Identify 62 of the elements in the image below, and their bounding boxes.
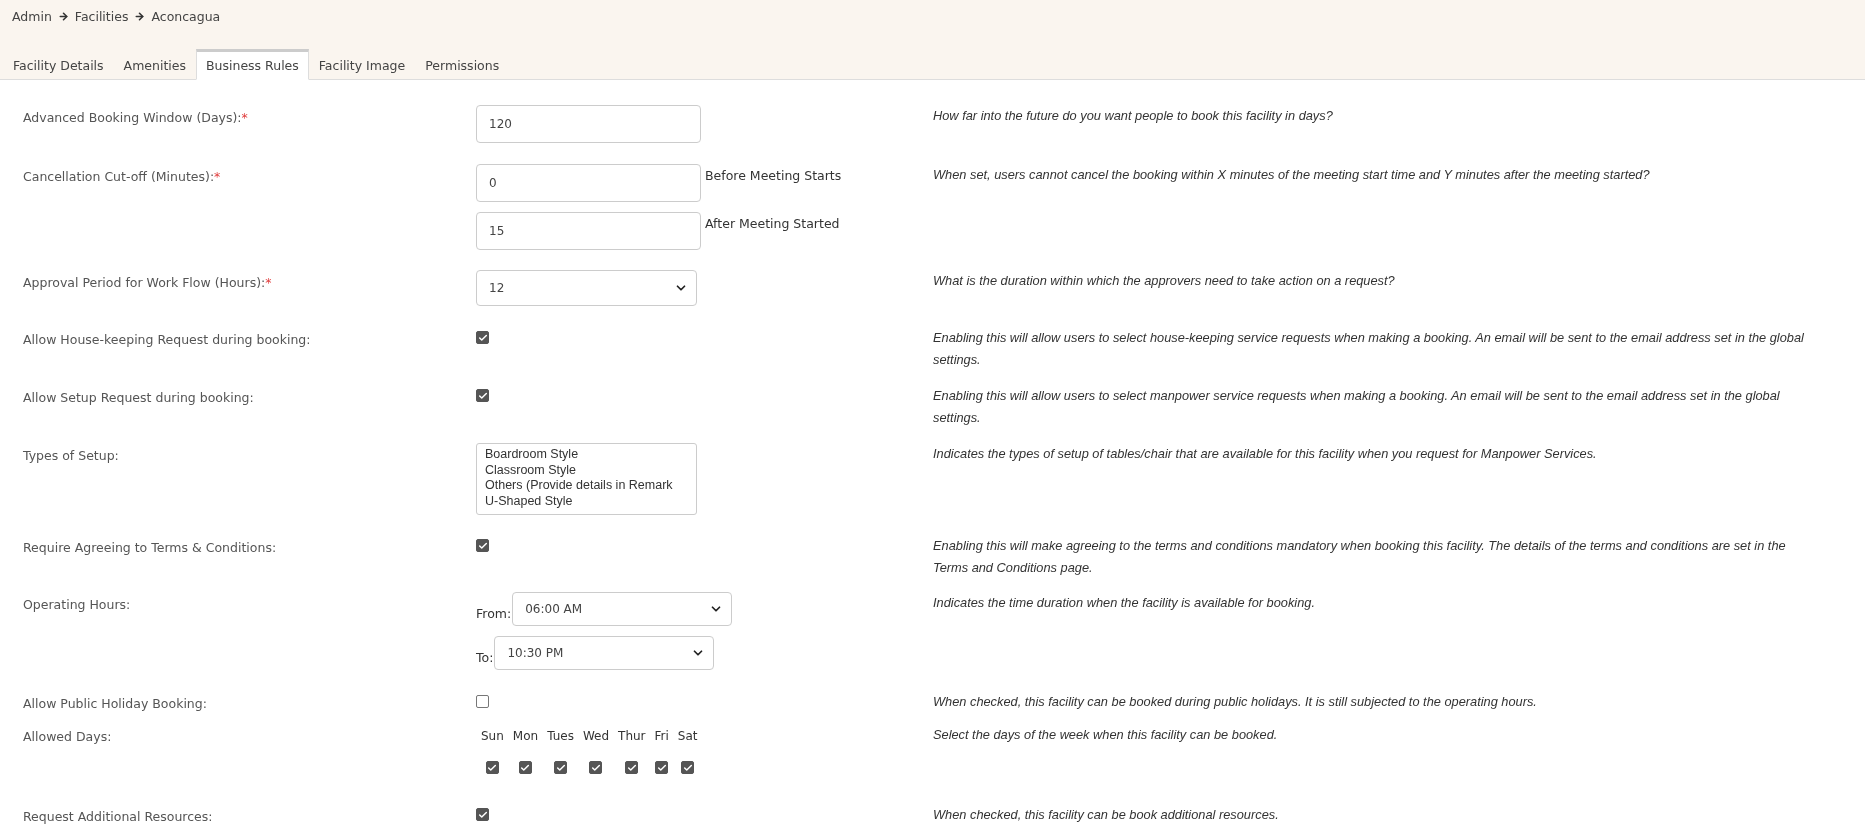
field-label: Allow Setup Request during booking: bbox=[23, 389, 255, 407]
help-text: Select the days of the week when this facility can be booked. bbox=[933, 726, 1279, 744]
field-label: Allowed Days: bbox=[23, 728, 113, 746]
dropdown[interactable]: 12 bbox=[476, 270, 697, 306]
field-label: Request Additional Resources: bbox=[23, 808, 214, 826]
help-text: When set, users cannot cancel the booking within X minutes of the meeting start time and Y minutes after the meeting started? bbox=[933, 166, 1651, 184]
day-label: Wed bbox=[582, 729, 610, 743]
checkbox[interactable] bbox=[681, 761, 695, 774]
input-field[interactable]: 0 bbox=[476, 164, 701, 202]
help-text: When checked, this facility can be book additional resources. bbox=[933, 806, 1280, 824]
checkbox[interactable] bbox=[476, 389, 489, 402]
field-label: Require Agreeing to Terms & Conditions: bbox=[23, 539, 278, 557]
field-suffix: Before Meeting Starts bbox=[705, 167, 842, 183]
help-text: Enabling this will allow users to select house-keeping service requests when making a booking. An email will be sent to the email address set in the global settings. bbox=[933, 329, 1805, 369]
field-prefix: From: bbox=[476, 605, 512, 621]
day-label: Mon bbox=[512, 729, 539, 743]
dropdown[interactable]: 10:30 PM bbox=[494, 636, 715, 670]
checkbox[interactable] bbox=[519, 761, 532, 774]
day-label: Thur bbox=[618, 729, 646, 743]
help-text: How far into the future do you want people to book this facility in days? bbox=[933, 107, 1334, 125]
input-field[interactable]: 120 bbox=[476, 105, 701, 143]
checkbox[interactable] bbox=[625, 761, 639, 774]
checkbox[interactable] bbox=[476, 539, 489, 552]
tab[interactable]: Amenities bbox=[113, 49, 196, 80]
field-label: Operating Hours: bbox=[23, 596, 132, 614]
help-text: Enabling this will make agreeing to the terms and conditions mandatory when booking this facility. The details of the terms and conditions are set in the Terms and Conditions page. bbox=[933, 537, 1787, 577]
help-text: Enabling this will allow users to select manpower service requests when making a booking. An email will be sent to the email address set in the global settings. bbox=[933, 387, 1781, 427]
checkbox[interactable] bbox=[476, 695, 489, 708]
tab[interactable]: Permissions bbox=[415, 49, 510, 80]
field-label: Approval Period for Work Flow (Hours):* bbox=[23, 274, 273, 292]
day-label: Tues bbox=[547, 729, 574, 743]
input-field[interactable]: 15 bbox=[476, 212, 701, 250]
day-label: Fri bbox=[654, 729, 669, 743]
arrow-right-icon bbox=[134, 11, 146, 22]
help-text: What is the duration within which the approvers need to take action on a request? bbox=[933, 272, 1396, 290]
field-label: Cancellation Cut-off (Minutes):* bbox=[23, 168, 222, 186]
day-label: Sun bbox=[481, 729, 504, 743]
tab[interactable]: Facility Details bbox=[3, 49, 114, 80]
breadcrumb-link[interactable]: Facilities bbox=[74, 9, 129, 24]
field-prefix: To: bbox=[476, 649, 494, 665]
checkbox[interactable] bbox=[655, 761, 669, 774]
tab[interactable]: Facility Image bbox=[308, 49, 416, 80]
breadcrumb-link[interactable]: Admin bbox=[12, 9, 52, 24]
breadcrumb-link[interactable]: Aconcagua bbox=[151, 9, 221, 24]
field-label: Advanced Booking Window (Days):* bbox=[23, 109, 249, 127]
help-text: Indicates the types of setup of tables/chair that are available for this facility when you request for Manpower Services. bbox=[933, 445, 1598, 463]
help-text: Indicates the time duration when the facility is available for booking. bbox=[933, 594, 1316, 612]
field-label: Allow Public Holiday Booking: bbox=[23, 695, 208, 713]
checkbox[interactable] bbox=[485, 761, 499, 774]
day-label: Sat bbox=[677, 729, 698, 743]
checkbox[interactable] bbox=[589, 761, 603, 774]
field-label: Allow House-keeping Request during booking: bbox=[23, 331, 312, 349]
field-suffix: After Meeting Started bbox=[705, 215, 840, 231]
help-text: When checked, this facility can be booked during public holidays. It is still subjected to the operating hours. bbox=[933, 693, 1538, 711]
dropdown[interactable]: 06:00 AM bbox=[512, 592, 733, 626]
tab[interactable]: Business Rules bbox=[196, 49, 309, 80]
checkbox[interactable] bbox=[476, 331, 489, 344]
field-label: Types of Setup: bbox=[23, 447, 120, 465]
arrow-right-icon bbox=[57, 11, 69, 22]
checkbox[interactable] bbox=[476, 808, 489, 821]
checkbox[interactable] bbox=[554, 761, 567, 774]
list-box[interactable]: Boardroom Style Classroom Style Others (Provide details in Remark U-Shaped Style bbox=[476, 443, 697, 515]
